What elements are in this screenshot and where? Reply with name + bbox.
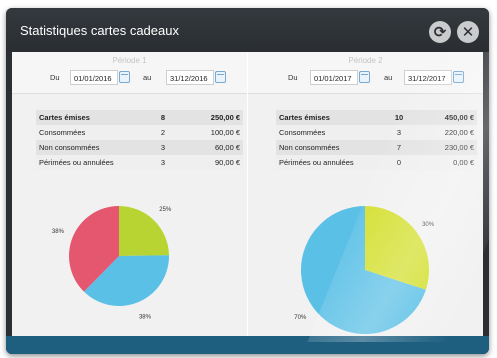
period-1-stats-table: Cartes émises 8 250,00 € Consommées 2 10… [36, 110, 243, 170]
row-amount: 100,00 € [182, 125, 243, 140]
row-label: Non consommées [276, 140, 380, 155]
period-1-header: Période 1 Du 01/01/2016 au 31/12/2016 [12, 52, 247, 94]
calendar-icon[interactable] [215, 71, 226, 83]
row-amount: 450,00 € [418, 110, 477, 125]
table-row: Non consommées 7 230,00 € [276, 140, 477, 155]
pie-slice-label: 38% [139, 315, 152, 321]
period-2-date-row: Du 01/01/2017 au 31/12/2017 [248, 70, 483, 86]
row-amount: 250,00 € [182, 110, 243, 125]
period-2-header: Période 2 Du 01/01/2017 au 31/12/2017 [248, 52, 483, 94]
period-1-pie-chart: 25% 38% 38% [52, 206, 172, 321]
period-2-title: Période 2 [348, 56, 383, 65]
row-amount: 90,00 € [182, 155, 243, 170]
table-row: Périmées ou annulées 3 90,00 € [36, 155, 243, 170]
row-amount: 230,00 € [418, 140, 477, 155]
title-bar: Statistiques cartes cadeaux ⟳ ✕ [6, 8, 489, 52]
stats-window: Statistiques cartes cadeaux ⟳ ✕ Période … [6, 8, 489, 354]
refresh-icon[interactable]: ⟳ [429, 21, 451, 43]
row-count: 7 [380, 140, 418, 155]
period-1-panel: Période 1 Du 01/01/2016 au 31/12/2016 Ca… [12, 52, 247, 336]
row-amount: 60,00 € [182, 140, 243, 155]
period-1-title: Période 1 [112, 56, 147, 65]
window-title: Statistiques cartes cadeaux [20, 23, 179, 38]
close-icon[interactable]: ✕ [457, 21, 479, 43]
row-label: Cartes émises [36, 110, 144, 125]
row-label: Non consommées [36, 140, 144, 155]
period-2-stats-table: Cartes émises 10 450,00 € Consommées 3 2… [276, 110, 477, 170]
to-label: au [384, 73, 393, 82]
table-row: Cartes émises 10 450,00 € [276, 110, 477, 125]
row-count: 3 [144, 140, 182, 155]
row-amount: 0,00 € [418, 155, 477, 170]
row-label: Consommées [276, 125, 380, 140]
table-row: Périmées ou annulées 0 0,00 € [276, 155, 477, 170]
row-label: Consommées [36, 125, 144, 140]
table-row: Consommées 2 100,00 € [36, 125, 243, 140]
calendar-icon[interactable] [453, 71, 464, 83]
to-label: au [143, 73, 152, 82]
pie-slice-label: 38% [52, 229, 65, 235]
row-count: 0 [380, 155, 418, 170]
pie-slice [119, 206, 169, 256]
from-label: Du [288, 73, 298, 82]
row-label: Cartes émises [276, 110, 380, 125]
row-label: Périmées ou annulées [276, 155, 380, 170]
table-row: Non consommées 3 60,00 € [36, 140, 243, 155]
table-row: Consommées 3 220,00 € [276, 125, 477, 140]
bottom-bar [6, 336, 489, 354]
calendar-icon[interactable] [119, 71, 130, 83]
content-area: Période 1 Du 01/01/2016 au 31/12/2016 Ca… [12, 52, 483, 336]
row-amount: 220,00 € [418, 125, 477, 140]
calendar-icon[interactable] [359, 71, 370, 83]
period-2-pie-chart: 30% 70% [294, 206, 435, 334]
row-count: 8 [144, 110, 182, 125]
pie-slice-label: 30% [422, 222, 435, 228]
pie-slice-label: 25% [159, 207, 172, 213]
period-1-from-date[interactable]: 01/01/2016 [70, 70, 118, 85]
period-2-panel: Période 2 Du 01/01/2017 au 31/12/2017 Ca… [248, 52, 483, 336]
period-2-from-date[interactable]: 01/01/2017 [310, 70, 358, 85]
row-count: 3 [144, 155, 182, 170]
from-label: Du [50, 73, 60, 82]
table-row: Cartes émises 8 250,00 € [36, 110, 243, 125]
pie-slice-label: 70% [294, 315, 307, 321]
period-1-date-row: Du 01/01/2016 au 31/12/2016 [12, 70, 247, 86]
period-1-to-date[interactable]: 31/12/2016 [166, 70, 214, 85]
row-count: 3 [380, 125, 418, 140]
row-label: Périmées ou annulées [36, 155, 144, 170]
row-count: 10 [380, 110, 418, 125]
row-count: 2 [144, 125, 182, 140]
period-2-to-date[interactable]: 31/12/2017 [404, 70, 452, 85]
